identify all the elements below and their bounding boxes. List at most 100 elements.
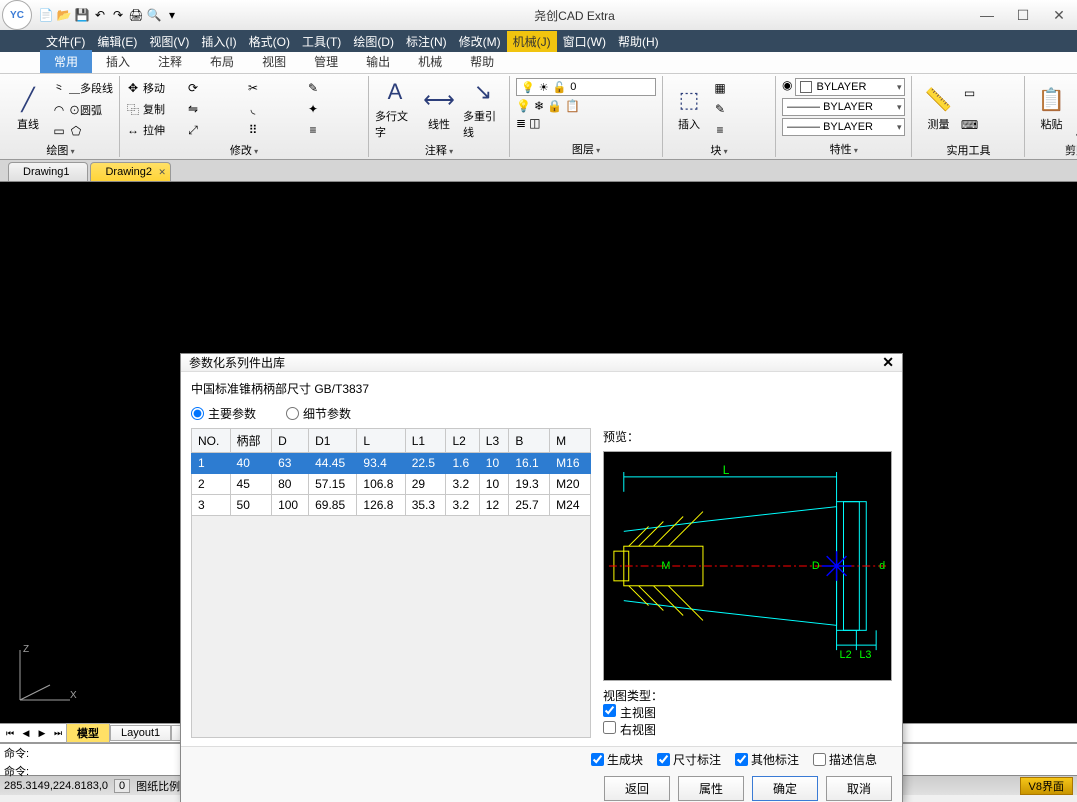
qat-more-icon[interactable]: ▾ xyxy=(164,7,180,23)
attr-button[interactable]: 属性 xyxy=(678,776,744,801)
menu-edit[interactable]: 编辑(E) xyxy=(91,31,143,52)
chk-desc[interactable]: 描述信息 xyxy=(813,751,877,768)
layer-icon-2[interactable]: ❄ xyxy=(534,99,544,113)
status-zero[interactable]: 0 xyxy=(114,779,130,793)
nav-first[interactable]: ⏮ xyxy=(2,728,18,739)
radio-main-input[interactable] xyxy=(191,407,204,420)
line-button[interactable]: ╱直线 xyxy=(8,78,48,140)
close-tab-icon[interactable]: ✕ xyxy=(158,167,166,178)
chk-front[interactable] xyxy=(603,704,616,717)
menu-insert[interactable]: 插入(I) xyxy=(195,31,242,52)
drawing-tab-1[interactable]: Drawing1 xyxy=(8,162,88,181)
fillet-button[interactable]: ◟ xyxy=(246,102,302,116)
erase-button[interactable]: ✎ xyxy=(306,81,362,95)
chk-dim-input[interactable] xyxy=(657,753,670,766)
color-wheel-icon[interactable]: ◉ xyxy=(782,78,792,96)
trim-button[interactable]: ✂ xyxy=(246,81,302,95)
nav-prev[interactable]: ◀ xyxy=(18,728,34,739)
drawing-tab-2[interactable]: Drawing2✕ xyxy=(90,162,170,181)
layer-icon-6[interactable]: ◫ xyxy=(529,116,540,130)
maximize-button[interactable]: ☐ xyxy=(1005,2,1041,28)
panel-annot-label[interactable]: 注释 xyxy=(375,142,503,158)
rtab-help[interactable]: 帮助 xyxy=(456,50,508,73)
param-table[interactable]: NO.柄部DD1LL1L2L3BM 1406344.4593.422.51.61… xyxy=(191,428,591,516)
cancel-button[interactable]: 取消 xyxy=(826,776,892,801)
paste-button[interactable]: 📋粘贴 xyxy=(1031,78,1071,140)
panel-layer-label[interactable]: 图层 xyxy=(516,141,656,157)
menu-dim[interactable]: 标注(N) xyxy=(400,31,453,52)
menu-help[interactable]: 帮助(H) xyxy=(612,31,665,52)
edit-block[interactable]: ✎ xyxy=(713,102,769,116)
util-2[interactable]: ⌨ xyxy=(962,118,1018,132)
arc-button[interactable]: ◠⊙圆弧 xyxy=(52,102,113,118)
col-d1[interactable]: D1 xyxy=(309,429,357,453)
chk-genblock-input[interactable] xyxy=(591,753,604,766)
chk-right[interactable] xyxy=(603,721,616,734)
explode-button[interactable]: ✦ xyxy=(306,102,362,116)
menu-mech[interactable]: 机械(J) xyxy=(507,31,557,52)
radio-detail[interactable]: 细节参数 xyxy=(286,405,351,422)
chk-dim[interactable]: 尺寸标注 xyxy=(657,751,721,768)
minimize-button[interactable]: — xyxy=(969,2,1005,28)
menu-file[interactable]: 文件(F) xyxy=(40,31,91,52)
color-combo[interactable]: BYLAYER xyxy=(795,78,905,96)
open-icon[interactable]: 📂 xyxy=(56,7,72,23)
panel-draw-label[interactable]: 绘图 xyxy=(8,142,113,158)
nav-last[interactable]: ⏭ xyxy=(50,728,66,739)
polyline-button[interactable]: ⺀⸏多段线 xyxy=(52,80,113,96)
ok-button[interactable]: 确定 xyxy=(752,776,818,801)
mtext-button[interactable]: A多行文字 xyxy=(375,78,415,140)
col-l3[interactable]: L3 xyxy=(479,429,509,453)
panel-clip-label[interactable]: 剪贴板 xyxy=(1031,142,1077,158)
col-shank[interactable]: 柄部 xyxy=(230,429,272,453)
col-l2[interactable]: L2 xyxy=(446,429,479,453)
insert-button[interactable]: ⬚插入 xyxy=(669,78,709,140)
attr-block[interactable]: ≡ xyxy=(713,123,769,137)
table-row[interactable]: 2458057.15106.8293.21019.3M20 xyxy=(192,474,591,495)
rtab-manage[interactable]: 管理 xyxy=(300,50,352,73)
rtab-output[interactable]: 输出 xyxy=(352,50,404,73)
offset-button[interactable]: ≡ xyxy=(306,123,362,137)
dialog-close-icon[interactable]: ✕ xyxy=(882,354,894,371)
lineweight-combo[interactable]: ——— BYLAYER xyxy=(782,98,905,116)
menu-draw[interactable]: 绘图(D) xyxy=(347,31,400,52)
menu-format[interactable]: 格式(O) xyxy=(243,31,296,52)
util-1[interactable]: ▭ xyxy=(962,86,1018,100)
chk-other[interactable]: 其他标注 xyxy=(735,751,799,768)
layer-icon-1[interactable]: 💡 xyxy=(516,99,531,113)
linetype-combo[interactable]: ——— BYLAYER xyxy=(782,118,905,136)
rtab-layout[interactable]: 布局 xyxy=(196,50,248,73)
chk-genblock[interactable]: 生成块 xyxy=(591,751,643,768)
mirror-button[interactable]: ⇋ xyxy=(186,102,242,116)
undo-icon[interactable]: ↶ xyxy=(92,7,108,23)
radio-main[interactable]: 主要参数 xyxy=(191,405,256,422)
create-block[interactable]: ▦ xyxy=(713,81,769,95)
mleader-button[interactable]: ↘多重引线 xyxy=(463,78,503,140)
stretch-button[interactable]: ↔拉伸 xyxy=(126,122,182,138)
chk-other-input[interactable] xyxy=(735,753,748,766)
col-d[interactable]: D xyxy=(272,429,309,453)
table-row[interactable]: 35010069.85126.835.33.21225.7M24 xyxy=(192,495,591,516)
rotate-button[interactable]: ⟳ xyxy=(186,81,242,95)
rtab-insert[interactable]: 插入 xyxy=(92,50,144,73)
panel-block-label[interactable]: 块 xyxy=(669,142,769,158)
menu-modify[interactable]: 修改(M) xyxy=(453,31,507,52)
app-logo[interactable]: YC xyxy=(2,0,32,30)
copy-button[interactable]: ⿻复制 xyxy=(126,101,182,117)
ui-mode[interactable]: V8界面 xyxy=(1020,777,1073,795)
redo-icon[interactable]: ↷ xyxy=(110,7,126,23)
col-l[interactable]: L xyxy=(357,429,405,453)
chk-desc-input[interactable] xyxy=(813,753,826,766)
layout-1[interactable]: Layout1 xyxy=(110,725,171,741)
menu-tools[interactable]: 工具(T) xyxy=(296,31,347,52)
rtab-mech[interactable]: 机械 xyxy=(404,50,456,73)
menu-window[interactable]: 窗口(W) xyxy=(557,31,612,52)
table-row[interactable]: 1406344.4593.422.51.61016.1M16 xyxy=(192,453,591,474)
rtab-home[interactable]: 常用 xyxy=(40,50,92,73)
layer-icon-4[interactable]: 📋 xyxy=(565,99,580,113)
array-button[interactable]: ⠿ xyxy=(246,123,302,137)
layer-icon-5[interactable]: ≣ xyxy=(516,116,526,130)
layer-combo[interactable]: 💡☀🔓0 xyxy=(516,78,656,96)
col-b[interactable]: B xyxy=(509,429,550,453)
panel-props-label[interactable]: 特性 xyxy=(782,141,905,157)
